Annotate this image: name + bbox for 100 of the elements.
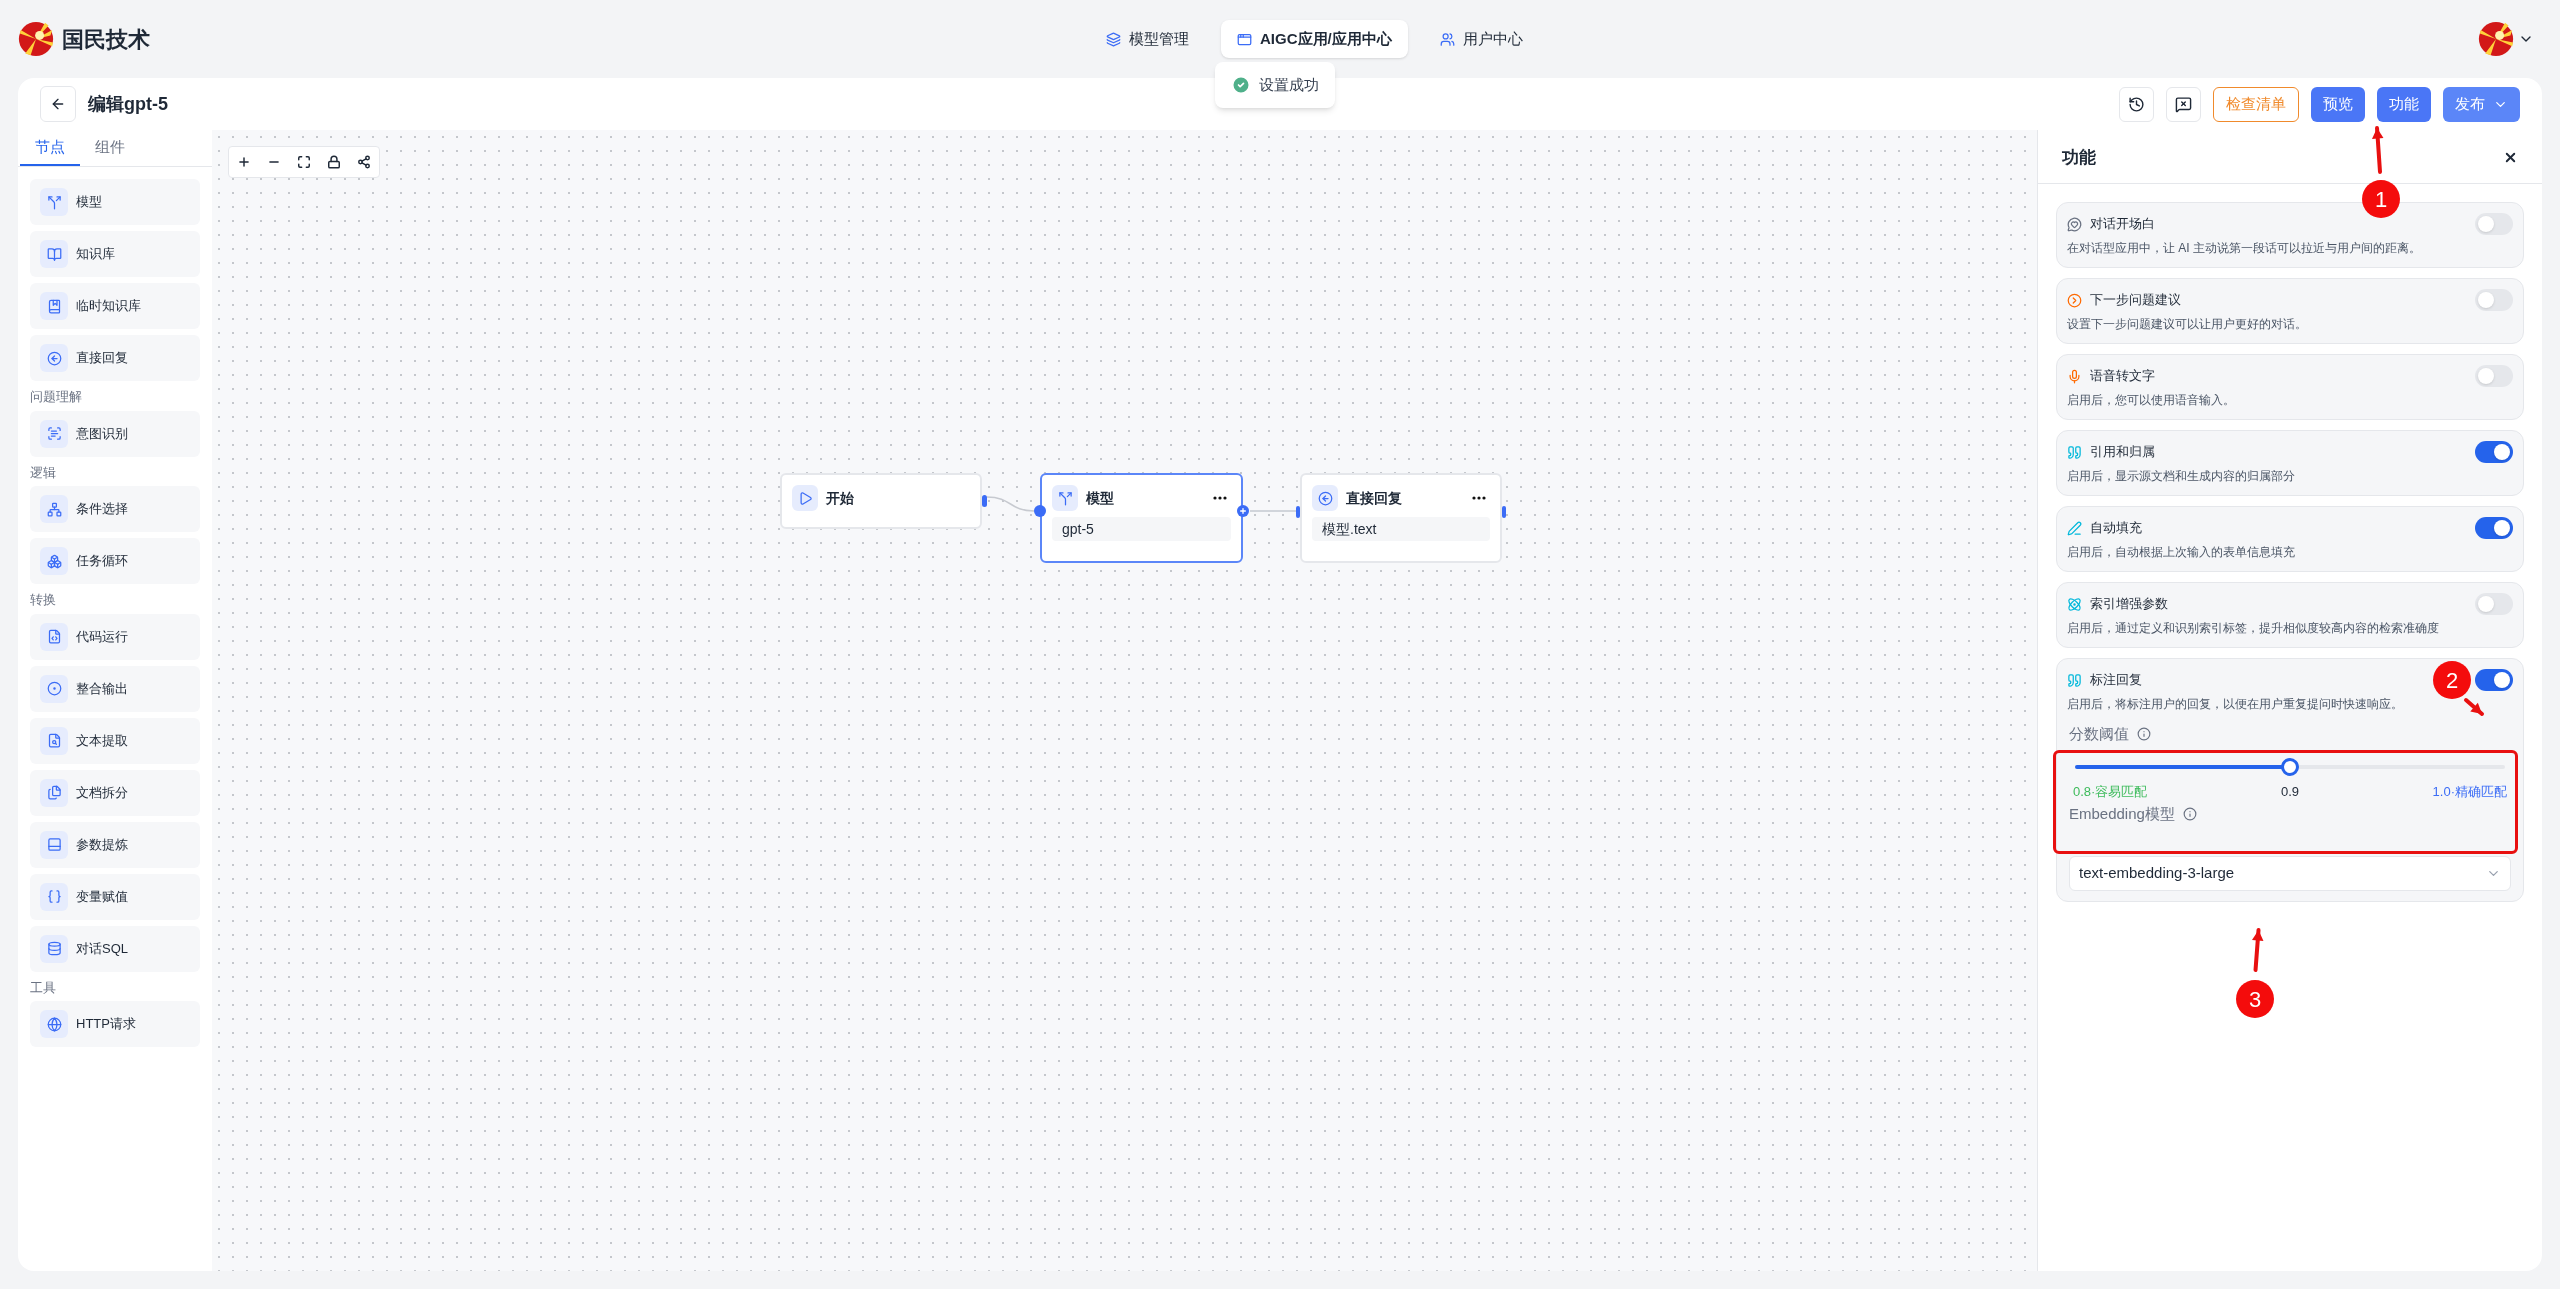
connector-line: [987, 495, 1034, 513]
node-palette-item[interactable]: 模型: [30, 179, 200, 225]
group-heading: 逻辑: [30, 463, 57, 482]
fork-icon: [1052, 485, 1078, 511]
info-icon: [2182, 807, 2197, 822]
nav-tab[interactable]: 用户中心: [1423, 20, 1539, 58]
action-button[interactable]: 功能: [2377, 86, 2431, 122]
connector-line: [1250, 510, 1296, 512]
action-button[interactable]: 预览: [2311, 86, 2365, 122]
microphone-icon: [2067, 368, 2082, 384]
logo-icon: [18, 21, 54, 57]
feature-title: 索引增强参数: [2090, 595, 2168, 614]
nav-tab[interactable]: AIGC应用/应用中心: [1221, 20, 1408, 58]
node-palette-item[interactable]: 对话SQL: [30, 925, 200, 972]
more-icon[interactable]: [1213, 496, 1227, 500]
panel-icon: [40, 830, 68, 859]
logo-icon: [2478, 21, 2514, 57]
toggle-switch[interactable]: [2475, 289, 2513, 311]
bookmark-book-icon: [40, 292, 68, 320]
output-handle[interactable]: [982, 495, 987, 507]
chevron-circle-icon: [2067, 292, 2082, 308]
toggle-switch[interactable]: [2475, 593, 2513, 615]
boxes-icon: [40, 547, 68, 575]
node-palette-item[interactable]: 意图识别: [30, 410, 200, 457]
layers-icon: [1106, 31, 1121, 47]
pen-icon: [2067, 520, 2082, 536]
toggle-switch[interactable]: [2475, 517, 2513, 539]
reply-icon: [40, 344, 68, 372]
sidebar-tab[interactable]: 节点: [20, 130, 80, 166]
nav-tab[interactable]: 模型管理: [1090, 20, 1205, 58]
toggle-switch[interactable]: [2475, 213, 2513, 235]
brand-name: 国民技术: [62, 25, 150, 54]
node-palette-item[interactable]: 变量赋值: [30, 873, 200, 920]
lock-icon: [327, 155, 341, 169]
toast-message: 设置成功: [1259, 74, 1319, 95]
node-value: gpt-5: [1052, 517, 1231, 541]
workflow-canvas[interactable]: 开始 模型 gpt-5 直接回复 模型.text: [212, 130, 2037, 1271]
more-icon[interactable]: [1472, 496, 1486, 500]
message-cross-icon: [2175, 95, 2192, 113]
feature-description: 在对话型应用中，让 AI 主动说第一段话可以拉近与用户间的距离。: [2067, 240, 2421, 257]
globe-icon: [40, 1010, 68, 1038]
feature-title: 标注回复: [2090, 671, 2142, 690]
node-title: 开始: [826, 488, 854, 508]
quote-icon: [2067, 444, 2082, 460]
workflow-node[interactable]: 开始: [780, 473, 982, 529]
panel-title: 功能: [2062, 146, 2096, 169]
workflow-node[interactable]: 直接回复 模型.text: [1300, 473, 1502, 563]
check-icon: [1231, 75, 1251, 95]
node-palette-item[interactable]: HTTP请求: [30, 1001, 200, 1047]
close-icon: [2503, 150, 2518, 165]
node-title: 模型: [1086, 488, 1114, 508]
file-search-icon: [40, 726, 68, 755]
add-handle[interactable]: [1237, 505, 1249, 517]
close-button[interactable]: [2503, 150, 2518, 165]
slider[interactable]: [2075, 757, 2505, 776]
history-button[interactable]: [2119, 86, 2154, 122]
book-icon: [40, 240, 68, 268]
node-palette-item[interactable]: 任务循环: [30, 538, 200, 584]
atom-icon: [2067, 596, 2082, 612]
node-value: 模型.text: [1312, 517, 1490, 541]
share-icon: [357, 155, 371, 169]
target-icon: [40, 674, 68, 703]
node-palette-item[interactable]: 文档拆分: [30, 769, 200, 816]
slider-thumb[interactable]: [2281, 757, 2299, 776]
feature-title: 语音转文字: [2090, 367, 2155, 386]
fit-view-icon: [297, 155, 311, 169]
app-window-icon: [1237, 31, 1252, 47]
input-handle[interactable]: [1034, 505, 1046, 517]
node-palette-item[interactable]: 知识库: [30, 231, 200, 277]
feature-title: 下一步问题建议: [2090, 291, 2181, 310]
input-handle[interactable]: [1296, 506, 1300, 518]
node-palette-item[interactable]: 文本提取: [30, 717, 200, 764]
node-title: 直接回复: [1346, 488, 1402, 508]
history-icon: [2128, 95, 2145, 113]
threshold-label: 分数阈值: [2069, 724, 2129, 744]
output-handle[interactable]: [1502, 506, 1506, 518]
users-icon: [1439, 31, 1455, 47]
node-palette-item[interactable]: 直接回复: [30, 335, 200, 381]
workflow-node[interactable]: 模型 gpt-5: [1040, 473, 1243, 563]
sidebar-tab[interactable]: 组件: [80, 130, 140, 166]
code-file-icon: [40, 622, 68, 651]
feature-description: 启用后，通过定义和识别索引标签，提升相似度较高内容的检索准确度: [2067, 620, 2439, 637]
toggle-switch[interactable]: [2475, 365, 2513, 387]
node-palette-item[interactable]: 条件选择: [30, 486, 200, 532]
node-palette-item[interactable]: 代码运行: [30, 613, 200, 660]
embedding-select[interactable]: text-embedding-3-large: [2069, 855, 2511, 891]
user-avatar[interactable]: [2478, 21, 2514, 57]
scan-text-icon: [40, 419, 68, 448]
node-palette-item[interactable]: 参数提炼: [30, 821, 200, 868]
feature-description: 启用后，自动根据上次输入的表单信息填充: [2067, 544, 2295, 561]
toggle-switch[interactable]: [2475, 441, 2513, 463]
node-palette-item[interactable]: 临时知识库: [30, 283, 200, 329]
back-button[interactable]: [40, 86, 76, 122]
toggle-switch[interactable]: [2475, 669, 2513, 691]
feature-description: 启用后，将标注用户的回复，以便在用户重复提问时快速响应。: [2067, 696, 2403, 713]
info-icon: [2137, 727, 2151, 742]
slider-value: 0.9: [2280, 782, 2300, 801]
embedding-label: Embedding模型: [2069, 804, 2175, 824]
message-off-button[interactable]: [2166, 86, 2201, 122]
node-palette-item[interactable]: 整合输出: [30, 665, 200, 712]
